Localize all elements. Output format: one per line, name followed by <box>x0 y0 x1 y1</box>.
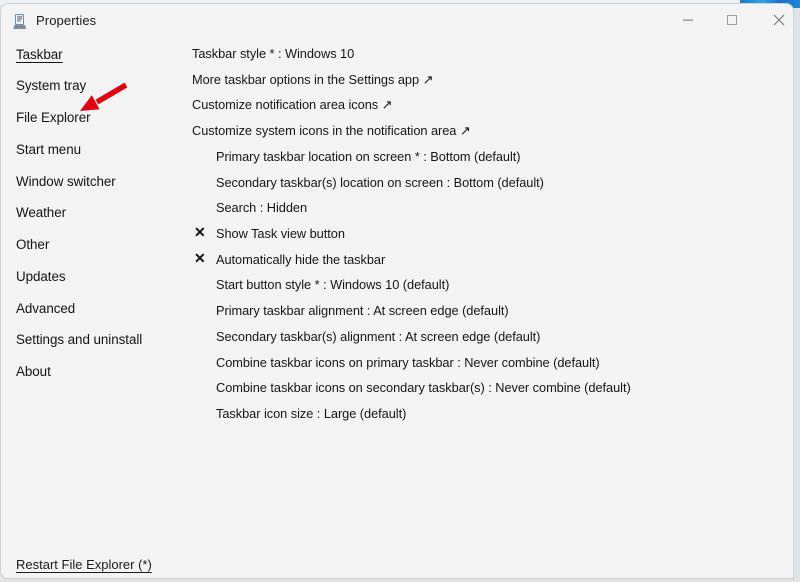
setting-label: Customize notification area icons ↗ <box>192 97 393 112</box>
setting-row[interactable]: Combine taskbar icons on primary taskbar… <box>216 354 600 371</box>
setting-row-checkbox[interactable]: ✕ Show Task view button <box>194 224 345 242</box>
setting-label: Start button style * : Windows 10 (defau… <box>216 277 450 292</box>
setting-label: Combine taskbar icons on primary taskbar… <box>216 355 600 370</box>
setting-label: Taskbar icon size : Large (default) <box>216 406 407 421</box>
setting-label: Automatically hide the taskbar <box>216 252 386 267</box>
setting-label: Primary taskbar location on screen * : B… <box>216 149 521 164</box>
setting-row-checkbox[interactable]: ✕ Automatically hide the taskbar <box>194 250 386 268</box>
setting-row[interactable]: Combine taskbar icons on secondary taskb… <box>216 379 631 396</box>
setting-row-link[interactable]: Customize system icons in the notificati… <box>192 122 471 139</box>
properties-window: Properties Taskbar System tray File Expl… <box>0 3 794 579</box>
setting-label: Show Task view button <box>216 226 345 241</box>
setting-row[interactable]: Taskbar icon size : Large (default) <box>216 405 406 422</box>
setting-row[interactable]: Secondary taskbar(s) location on screen … <box>216 174 544 191</box>
setting-row[interactable]: Secondary taskbar(s) alignment : At scre… <box>216 328 540 345</box>
settings-list: Taskbar style * : Windows 10 More taskba… <box>1 4 793 578</box>
restart-file-explorer-link[interactable]: Restart File Explorer (*) <box>16 557 152 572</box>
setting-label: Taskbar style * : Windows 10 <box>192 46 355 61</box>
checkbox-cross-icon: ✕ <box>194 250 206 266</box>
setting-label: Search : Hidden <box>216 200 308 215</box>
setting-label: Secondary taskbar(s) location on screen … <box>216 175 544 190</box>
setting-label: Customize system icons in the notificati… <box>192 123 471 138</box>
setting-row[interactable]: Primary taskbar alignment : At screen ed… <box>216 302 509 319</box>
setting-row[interactable]: Start button style * : Windows 10 (defau… <box>216 276 449 293</box>
setting-row-link[interactable]: Customize notification area icons ↗ <box>192 96 392 113</box>
setting-label: Primary taskbar alignment : At screen ed… <box>216 303 509 318</box>
setting-row-link[interactable]: More taskbar options in the Settings app… <box>192 71 433 88</box>
setting-label: Combine taskbar icons on secondary taskb… <box>216 380 631 395</box>
setting-row[interactable]: Primary taskbar location on screen * : B… <box>216 148 521 165</box>
setting-label: Secondary taskbar(s) alignment : At scre… <box>216 329 541 344</box>
setting-row[interactable]: Taskbar style * : Windows 10 <box>192 45 354 62</box>
checkbox-cross-icon: ✕ <box>194 224 206 240</box>
setting-row[interactable]: Search : Hidden <box>216 199 307 216</box>
setting-label: More taskbar options in the Settings app… <box>192 72 434 87</box>
